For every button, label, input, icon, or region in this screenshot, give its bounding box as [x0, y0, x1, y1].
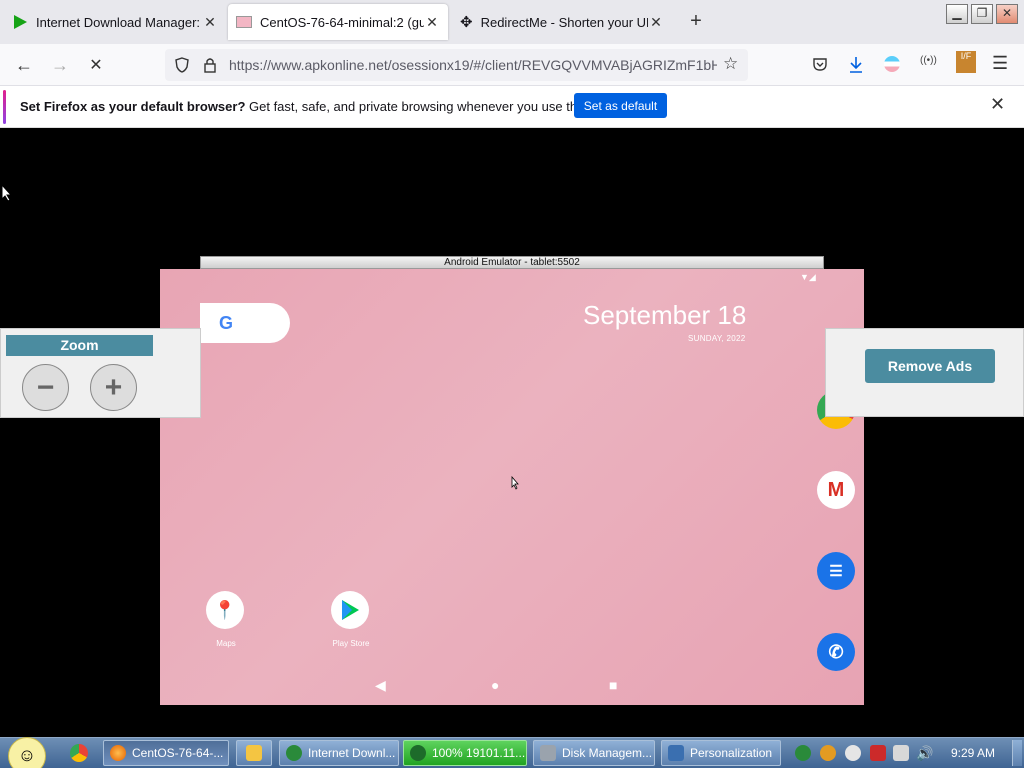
taskbar-label: Internet Downl... [308, 746, 396, 760]
back-arrow-icon[interactable]: ← [12, 53, 36, 77]
start-button[interactable]: ☺ [8, 736, 46, 768]
zoom-title: Zoom [6, 335, 153, 356]
start-smiley-icon: ☺ [8, 736, 46, 768]
home-date: September 18 [583, 300, 747, 330]
close-tab-icon[interactable]: ✕ [202, 14, 218, 31]
taskbar-item-personalization[interactable]: Personalization [661, 740, 781, 766]
taskbar-label: 100% 19101.11... [432, 746, 526, 760]
tab-favicon-icon [236, 16, 252, 28]
emulator-title-bar[interactable]: Android Emulator - tablet:5502 [200, 256, 824, 269]
taskbar-label: Disk Managem... [562, 746, 653, 760]
download-icon[interactable] [848, 56, 864, 74]
profile-extension-icon[interactable]: I/F [956, 51, 976, 73]
taskbar-item-idm[interactable]: Internet Downl... [279, 740, 399, 766]
gmail-icon[interactable]: M [817, 471, 855, 509]
extension-icon[interactable] [884, 56, 900, 72]
google-g-icon: G [219, 313, 234, 333]
home-day: SUNDAY, 2022 [688, 334, 746, 343]
personalization-icon [668, 745, 684, 761]
zoom-out-button[interactable]: − [22, 364, 69, 411]
close-window-icon[interactable]: ✕ [996, 4, 1018, 24]
notification-bold: Set Firefox as your default browser? [20, 99, 246, 114]
mouse-pointer-icon [1, 184, 13, 202]
firefox-icon [110, 745, 126, 761]
forward-arrow-icon[interactable]: → [48, 53, 72, 77]
taskbar-item-download-progress[interactable]: 100% 19101.11... [403, 740, 527, 766]
close-tab-icon[interactable]: ✕ [424, 14, 440, 31]
maximize-icon[interactable]: ❐ [971, 4, 993, 24]
maps-label: Maps [216, 639, 236, 648]
tray-volume-icon[interactable]: 🔊 [916, 745, 933, 761]
url-bar[interactable]: https://www.apkonline.net/osessionx19/#/… [165, 49, 748, 81]
bookmark-star-icon[interactable]: ☆ [723, 54, 738, 74]
tray-app-icon[interactable] [845, 745, 861, 761]
play-store-label: Play Store [332, 639, 370, 648]
new-tab-icon[interactable]: + [684, 10, 708, 33]
android-home-icon[interactable]: ● [491, 677, 499, 693]
minimize-icon[interactable]: ▁ [946, 4, 968, 24]
notification-accent [3, 90, 6, 124]
folder-icon [246, 745, 262, 761]
idm-icon [286, 745, 302, 761]
redirect-arrows-icon: ✥ [460, 14, 473, 31]
tab-centos[interactable]: CentOS-76-64-minimal:2 (guest ✕ [228, 4, 448, 40]
play-store-icon[interactable] [331, 591, 369, 629]
android-recents-icon[interactable]: ■ [609, 677, 617, 693]
taskbar-item-disk-management[interactable]: Disk Managem... [533, 740, 655, 766]
extension-dots-icon[interactable]: ((•)) [920, 55, 937, 66]
tray-search-icon[interactable] [820, 745, 836, 761]
tab-title: CentOS-76-64-minimal:2 (guest [260, 14, 424, 30]
notification-text: Set Firefox as your default browser? Get… [20, 99, 615, 114]
tracking-shield-icon[interactable] [174, 57, 190, 73]
android-back-icon[interactable]: ◀ [375, 677, 386, 694]
tab-title: Internet Download Manager: Th [36, 14, 202, 30]
messages-icon[interactable]: ☰ [817, 552, 855, 590]
browser-tab-strip: Internet Download Manager: Th ✕ CentOS-7… [0, 0, 1024, 44]
navigation-toolbar: ← → ✕ https://www.apkonline.net/osession… [0, 44, 1024, 86]
close-tab-icon[interactable]: ✕ [648, 14, 664, 31]
remove-ads-button[interactable]: Remove Ads [865, 349, 995, 383]
taskbar-item-firefox[interactable]: CentOS-76-64-... [103, 740, 229, 766]
chrome-quicklaunch-icon[interactable] [70, 744, 88, 762]
taskbar-clock[interactable]: 9:29 AM [951, 746, 995, 760]
idm-play-icon [14, 15, 27, 29]
phone-icon[interactable]: ✆ [817, 633, 855, 671]
notification-body: Get fast, safe, and private browsing whe… [245, 99, 616, 114]
tray-warning-icon[interactable] [870, 745, 886, 761]
taskbar-label: CentOS-76-64-... [132, 746, 224, 760]
idm-download-icon [410, 745, 426, 761]
close-notification-icon[interactable]: ✕ [990, 94, 1005, 115]
disk-management-icon [540, 745, 556, 761]
set-as-default-button[interactable]: Set as default [574, 93, 667, 118]
tab-title: RedirectMe - Shorten your URL [480, 14, 648, 30]
tab-redirectme[interactable]: ✥ RedirectMe - Shorten your URL ✕ [452, 4, 672, 40]
pocket-icon[interactable] [812, 56, 828, 72]
show-desktop-button[interactable] [1012, 740, 1022, 766]
tab-internet-download-manager[interactable]: Internet Download Manager: Th ✕ [4, 4, 226, 40]
stop-loading-icon[interactable]: ✕ [84, 53, 108, 77]
google-search-widget[interactable] [200, 303, 290, 343]
default-browser-notification: Set Firefox as your default browser? Get… [0, 86, 1024, 128]
url-text[interactable]: https://www.apkonline.net/osessionx19/#/… [229, 57, 717, 73]
menu-hamburger-icon[interactable]: ☰ [992, 53, 1008, 74]
tray-idm-icon[interactable] [795, 745, 811, 761]
maps-icon[interactable]: 📍 [206, 591, 244, 629]
zoom-in-button[interactable]: + [90, 364, 137, 411]
taskbar-label: Personalization [690, 746, 773, 760]
lock-icon[interactable] [203, 57, 217, 73]
tray-network-icon[interactable] [893, 745, 909, 761]
emulator-cursor-icon [511, 476, 519, 490]
wifi-signal-icon: ▼◢ [800, 272, 816, 282]
taskbar-item-explorer[interactable] [236, 740, 272, 766]
screen-root: Internet Download Manager: Th ✕ CentOS-7… [0, 0, 1024, 768]
